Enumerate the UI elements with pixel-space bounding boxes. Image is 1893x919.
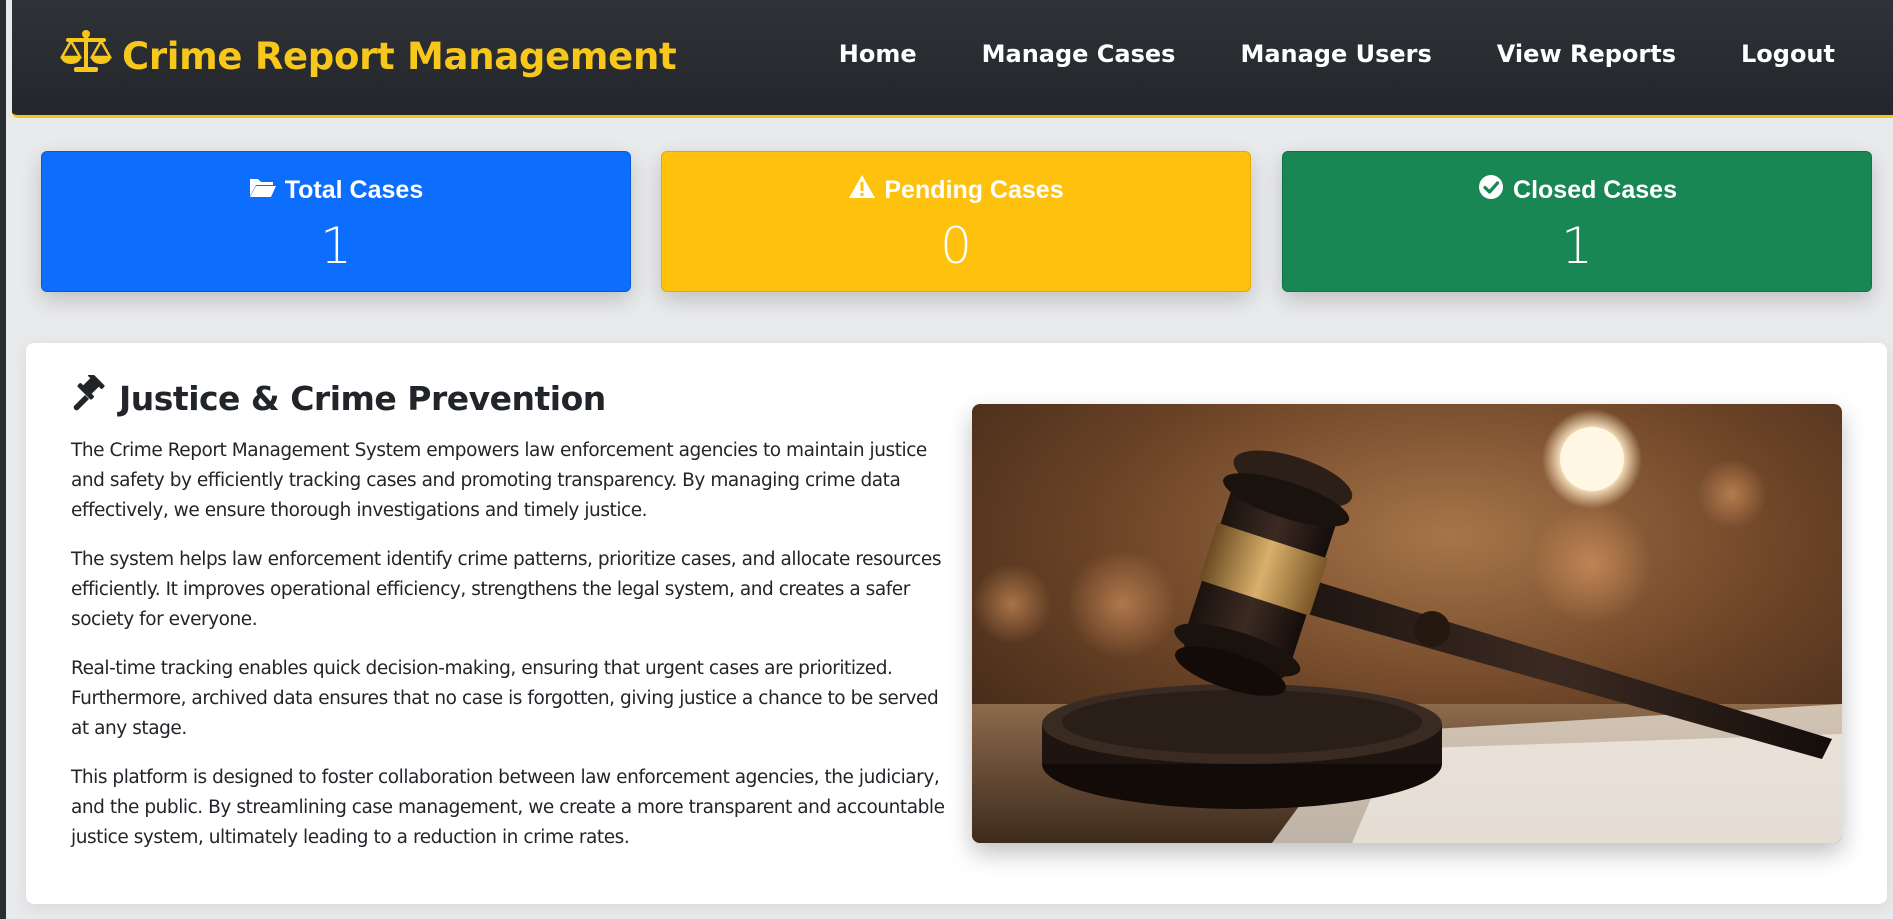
pending-cases-value: 0: [940, 217, 972, 275]
folder-open-icon: [249, 174, 277, 207]
nav-view-reports[interactable]: View Reports: [1497, 40, 1676, 68]
nav-links: Home Manage Cases Manage Users View Repo…: [839, 40, 1835, 68]
nav-home[interactable]: Home: [839, 40, 917, 68]
closed-cases-card: Closed Cases 1: [1282, 151, 1872, 292]
about-title: Justice & Crime Prevention: [119, 378, 606, 418]
about-paragraph: The system helps law enforcement identif…: [71, 549, 942, 630]
pending-cases-label: Pending Cases: [884, 176, 1064, 204]
about-heading: Justice & Crime Prevention: [71, 372, 606, 421]
about-paragraph: Real-time tracking enables quick decisio…: [71, 658, 939, 739]
about-paragraph: This platform is designed to foster coll…: [71, 767, 945, 848]
navbar: Crime Report Management Home Manage Case…: [12, 0, 1893, 118]
pending-cases-card: Pending Cases 0: [661, 151, 1251, 292]
warning-icon: [848, 174, 876, 207]
nav-manage-cases[interactable]: Manage Cases: [982, 40, 1176, 68]
gavel-icon: [71, 372, 109, 421]
closed-cases-value: 1: [1561, 217, 1593, 275]
gavel-photo: [972, 404, 1842, 843]
about-paragraphs: The Crime Report Management System empow…: [71, 436, 951, 872]
closed-cases-label: Closed Cases: [1513, 176, 1677, 204]
about-paragraph: The Crime Report Management System empow…: [71, 440, 927, 521]
brand[interactable]: Crime Report Management: [59, 29, 677, 84]
nav-logout[interactable]: Logout: [1741, 40, 1835, 68]
balance-scale-icon: [59, 29, 122, 84]
brand-title: Crime Report Management: [122, 34, 677, 78]
total-cases-card: Total Cases 1: [41, 151, 631, 292]
check-circle-icon: [1477, 174, 1505, 207]
page: Crime Report Management Home Manage Case…: [0, 0, 1893, 919]
nav-manage-users[interactable]: Manage Users: [1240, 40, 1431, 68]
total-cases-value: 1: [320, 217, 352, 275]
about-section: Justice & Crime Prevention The Crime Rep…: [26, 343, 1887, 904]
total-cases-label: Total Cases: [284, 176, 424, 204]
